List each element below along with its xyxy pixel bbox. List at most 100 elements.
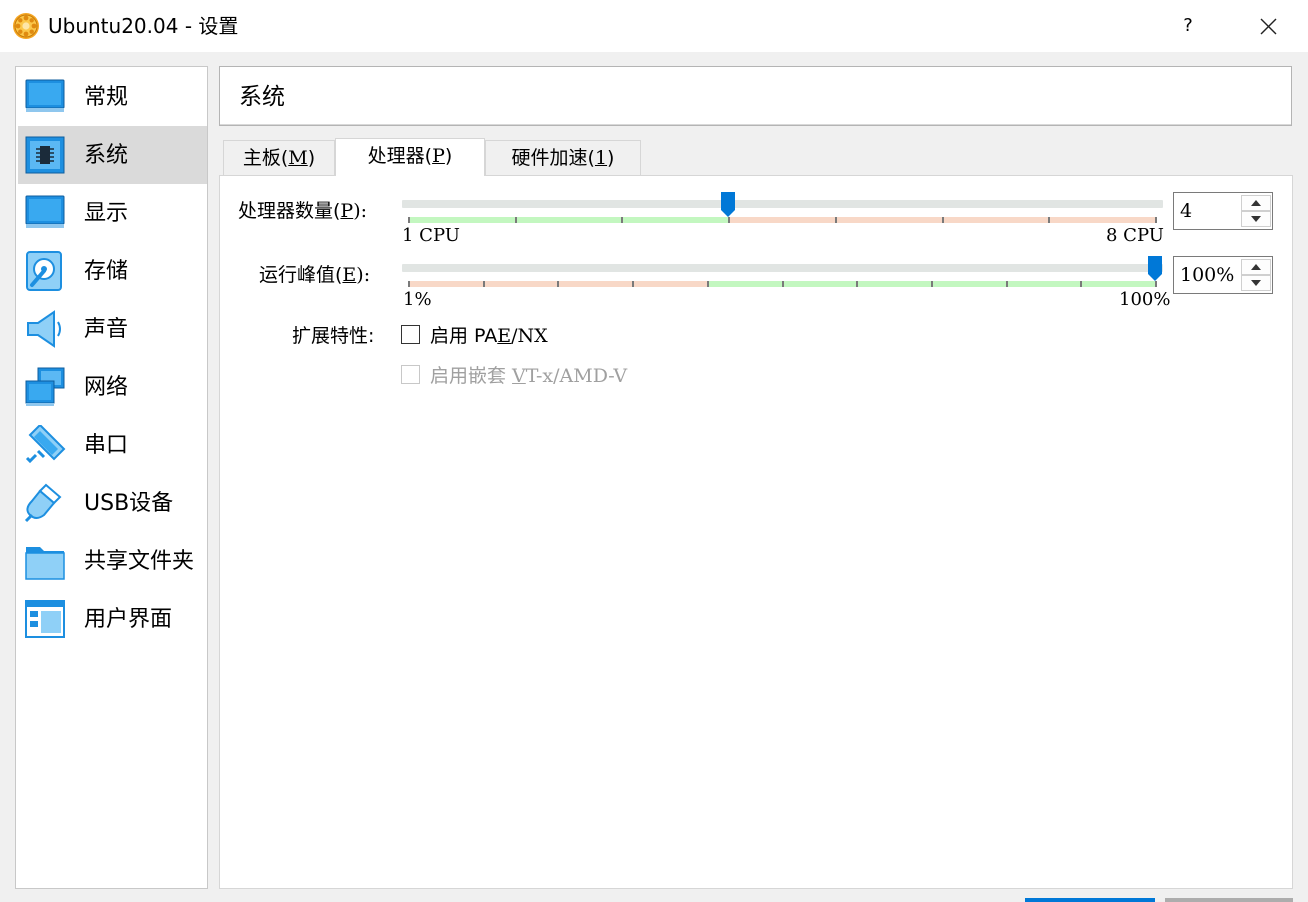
page-title: 系统 [239, 84, 285, 110]
slider-tick [1006, 281, 1008, 287]
label-shortcut: P [340, 200, 354, 222]
help-button[interactable]: ? [1168, 12, 1208, 40]
user-interface-icon [25, 600, 65, 638]
cpu-count-value: 4 [1180, 200, 1193, 222]
label-text: 启用 PA [430, 325, 498, 347]
label-end: ): [353, 200, 368, 222]
cpu-count-max-label: 8 CPU [1106, 225, 1164, 246]
cancel-button[interactable] [1165, 898, 1293, 902]
cpu-count-slider-handle[interactable] [721, 192, 736, 218]
sidebar-item-user-interface[interactable]: 用户界面 [18, 590, 207, 648]
cpu-count-slider-track[interactable] [402, 200, 1163, 208]
slider-tick [835, 217, 837, 223]
slider-tick [1155, 217, 1157, 223]
execution-cap-value: 100% [1180, 264, 1235, 286]
label-shortcut: E [342, 264, 357, 286]
sidebar-item-serial-port[interactable]: 串口 [18, 416, 207, 474]
pae-nx-label[interactable]: 启用 PAE/NX [430, 323, 548, 349]
window-title: Ubuntu20.04 - 设置 [48, 14, 239, 38]
sidebar-item-network[interactable]: 网络 [18, 358, 207, 416]
shared-folder-icon [25, 547, 65, 580]
nested-vtx-label: 启用嵌套 VT-x/AMD-V [430, 363, 627, 389]
execution-cap-increment[interactable] [1241, 259, 1271, 275]
tab-label-end: ) [444, 145, 453, 167]
slider-tick [408, 217, 410, 223]
label-end: T-x/AMD-V [525, 365, 628, 387]
pae-nx-checkbox[interactable] [401, 325, 420, 344]
tab-label: 处理器( [367, 145, 433, 167]
execution-cap-slider-track[interactable] [402, 264, 1163, 272]
tab-shortcut: 1 [594, 147, 608, 169]
slider-tick [632, 281, 634, 287]
sidebar-item-label: 共享文件夹 [84, 549, 195, 574]
slider-tick [942, 217, 944, 223]
sidebar-item-label: 串口 [84, 433, 129, 458]
chevron-down-icon [1251, 280, 1261, 286]
label-text: 启用嵌套 [430, 365, 513, 387]
execution-cap-spinbox[interactable]: 100% [1173, 256, 1273, 294]
ok-button[interactable] [1025, 898, 1155, 902]
slider-tick [1048, 217, 1050, 223]
tab-motherboard[interactable]: 主板(M) [223, 140, 335, 175]
usb-icon [24, 483, 62, 523]
sidebar-item-audio[interactable]: 声音 [18, 300, 207, 358]
slider-tick [408, 281, 410, 287]
tab-processor[interactable]: 处理器(P) [335, 138, 485, 176]
close-icon[interactable] [1248, 10, 1288, 42]
cpu-count-safe-range [408, 217, 729, 223]
cpu-count-min-label: 1 CPU [402, 225, 460, 246]
execution-cap-slider-handle[interactable] [1148, 256, 1162, 282]
label-text: 运行峰值( [259, 264, 343, 286]
slider-tick [557, 281, 559, 287]
slider-tick [856, 281, 858, 287]
chevron-up-icon [1251, 200, 1261, 206]
cpu-count-spinbox[interactable]: 4 [1173, 192, 1273, 230]
nested-vtx-checkbox [401, 365, 420, 384]
sidebar-item-shared-folders[interactable]: 共享文件夹 [18, 532, 207, 590]
sidebar-item-system[interactable]: 系统 [18, 126, 207, 184]
cpu-count-label: 处理器数量(P): [238, 198, 367, 224]
sidebar-item-label: USB设备 [84, 491, 174, 516]
display-icon [25, 195, 65, 228]
cpu-count-increment[interactable] [1241, 195, 1271, 211]
tab-label: 主板( [242, 147, 289, 169]
sidebar-item-storage[interactable]: 存储 [18, 242, 207, 300]
sidebar-item-label: 网络 [84, 375, 129, 400]
extended-features-label: 扩展特性: [292, 325, 375, 347]
network-icon [25, 367, 65, 406]
sidebar-item-usb[interactable]: USB设备 [18, 474, 207, 532]
system-icon [25, 136, 65, 174]
sidebar-item-label: 显示 [84, 201, 129, 226]
chevron-down-icon [1251, 216, 1261, 222]
cpu-count-decrement[interactable] [1241, 211, 1271, 227]
general-icon [25, 79, 65, 112]
sidebar-item-label: 声音 [84, 317, 129, 342]
label-shortcut: V [512, 365, 526, 387]
slider-tick [1080, 281, 1082, 287]
storage-icon [26, 251, 62, 291]
sidebar-item-display[interactable]: 显示 [18, 184, 207, 242]
sidebar-item-general[interactable]: 常规 [18, 68, 207, 126]
tab-label-end: ) [607, 147, 615, 169]
serial-port-icon [25, 425, 66, 464]
slider-tick [707, 281, 709, 287]
sidebar-item-label: 常规 [84, 85, 129, 110]
slider-tick [782, 281, 784, 287]
execution-cap-decrement[interactable] [1241, 275, 1271, 291]
settings-sidebar: 常规 系统 显示 存储 声音 网络 串口 USB设备 共享文件夹 用户界面 [15, 66, 208, 889]
sidebar-item-label: 存储 [84, 259, 129, 284]
execution-cap-min-label: 1% [403, 289, 432, 310]
tab-acceleration[interactable]: 硬件加速(1) [485, 140, 641, 175]
slider-tick [483, 281, 485, 287]
label-end: ): [356, 264, 371, 286]
slider-tick [931, 281, 933, 287]
execution-cap-label: 运行峰值(E): [259, 262, 370, 288]
sidebar-item-label: 用户界面 [84, 607, 173, 632]
tab-label-end: ) [307, 147, 316, 169]
execution-cap-max-label: 100% [1119, 289, 1171, 310]
tab-shortcut: P [432, 145, 445, 167]
slider-tick [515, 217, 517, 223]
tab-shortcut: M [288, 147, 308, 169]
chevron-up-icon [1251, 264, 1261, 270]
label-shortcut: E [497, 325, 512, 347]
